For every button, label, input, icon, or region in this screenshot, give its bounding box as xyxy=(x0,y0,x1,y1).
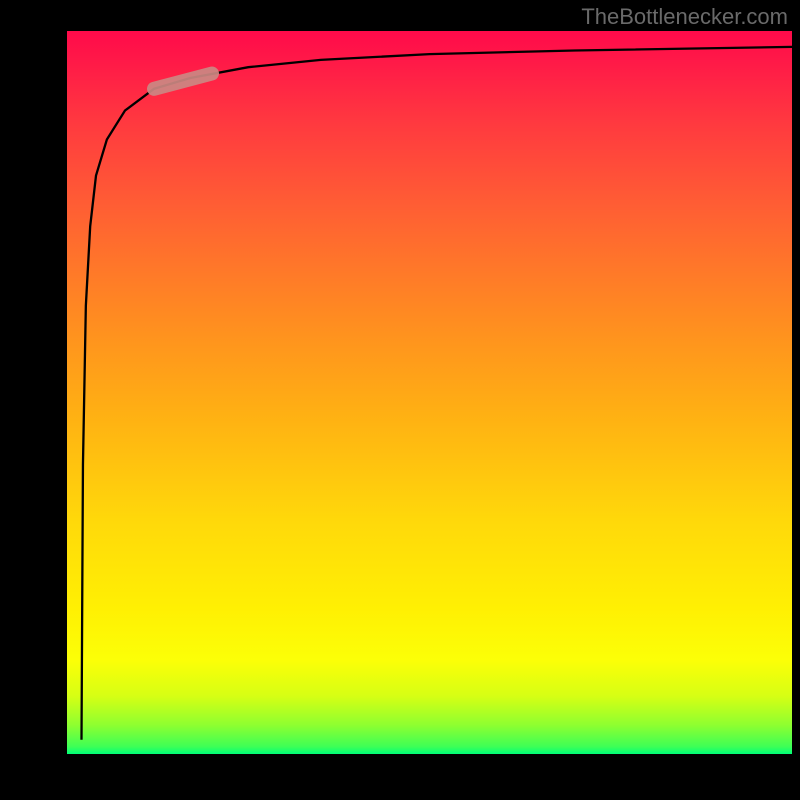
bottleneck-curve xyxy=(82,47,793,740)
curve-layer xyxy=(67,31,792,754)
watermark-text: TheBottlenecker.com xyxy=(581,4,788,30)
highlight-segment xyxy=(154,74,212,89)
chart-plot-area xyxy=(67,31,792,754)
